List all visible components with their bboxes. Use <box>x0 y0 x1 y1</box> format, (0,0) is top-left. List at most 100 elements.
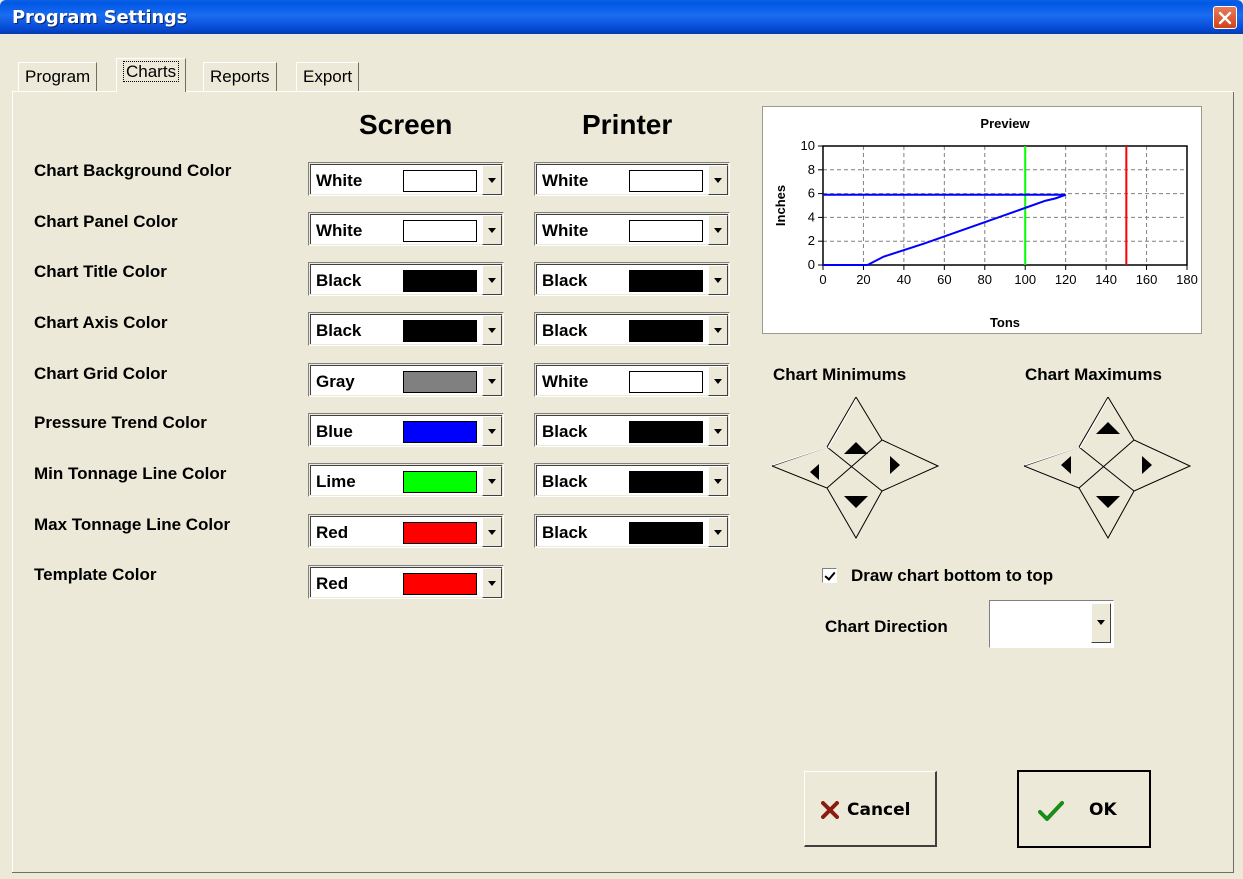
printer-min-tonnage-line-color-select[interactable]: Black <box>534 463 730 497</box>
row-label: Pressure Trend Color <box>34 413 207 432</box>
y-axis-label: Inches <box>773 185 788 226</box>
selected-color-name: Black <box>316 321 362 340</box>
dropdown-arrow-icon[interactable] <box>482 466 502 496</box>
tab-panel-border <box>1233 92 1234 872</box>
color-swatch <box>629 522 703 544</box>
ok-button[interactable]: OK <box>1017 770 1151 848</box>
dropdown-arrow-icon[interactable] <box>482 165 502 195</box>
x-tick-label: 140 <box>1095 272 1117 287</box>
row-label: Max Tonnage Line Color <box>34 515 231 534</box>
tab-charts[interactable]: Charts <box>116 58 187 92</box>
dropdown-arrow-icon[interactable] <box>482 517 502 547</box>
screen-chart-grid-color-select[interactable]: Gray <box>308 363 504 397</box>
close-button[interactable] <box>1213 6 1237 29</box>
screen-pressure-trend-color-select[interactable]: Blue <box>308 413 504 447</box>
printer-chart-axis-color-select[interactable]: Black <box>534 312 730 346</box>
chart-maximums-dpad[interactable] <box>1024 397 1192 539</box>
selected-color-name: Black <box>316 271 362 290</box>
chart-preview: Preview 0 20 40 60 80 100 120 140 160 180 0 2 4 6 8 10 To… <box>762 106 1202 334</box>
screen-min-tonnage-line-color-select[interactable]: Lime <box>308 463 504 497</box>
printer-pressure-trend-color-select[interactable]: Black <box>534 413 730 447</box>
chart-maximums-label: Chart Maximums <box>1025 365 1162 384</box>
x-tick-label: 80 <box>978 272 992 287</box>
x-tick-label: 160 <box>1136 272 1158 287</box>
dropdown-arrow-icon[interactable] <box>1091 603 1111 643</box>
selected-color-name: Black <box>542 321 588 340</box>
selected-color-name: White <box>542 171 589 190</box>
dropdown-arrow-icon[interactable] <box>708 366 728 396</box>
color-swatch <box>403 371 477 393</box>
x-tick-label: 20 <box>856 272 870 287</box>
screen-chart-title-color-select[interactable]: Black <box>308 262 504 296</box>
x-axis-label: Tons <box>990 315 1020 330</box>
row-label: Chart Panel Color <box>34 212 178 231</box>
title-bar[interactable]: Program Settings <box>0 0 1243 34</box>
dpad-outline <box>772 397 940 539</box>
row-label: Chart Axis Color <box>34 313 168 332</box>
selected-color-name: White <box>542 221 589 240</box>
screen-chart-background-color-select[interactable]: White <box>308 162 504 196</box>
tab-export[interactable]: Export <box>296 62 360 92</box>
selected-color-name: Red <box>316 574 349 593</box>
tab-label: Program <box>25 67 91 86</box>
printer-chart-background-color-select[interactable]: White <box>534 162 730 196</box>
selected-color-name: White <box>316 221 363 240</box>
selected-color-name: Black <box>542 472 588 491</box>
dropdown-arrow-icon[interactable] <box>708 215 728 245</box>
y-tick-label: 6 <box>808 186 815 201</box>
dropdown-arrow-icon[interactable] <box>482 315 502 345</box>
color-swatch <box>403 270 477 292</box>
color-swatch <box>403 421 477 443</box>
dropdown-arrow-icon[interactable] <box>482 568 502 598</box>
x-tick-label: 100 <box>1014 272 1036 287</box>
selected-color-name: White <box>542 372 589 391</box>
dropdown-arrow-icon[interactable] <box>708 165 728 195</box>
tab-program[interactable]: Program <box>18 62 98 92</box>
screen-chart-panel-color-select[interactable]: White <box>308 212 504 246</box>
row-label: Chart Grid Color <box>34 364 168 383</box>
screen-chart-axis-color-select[interactable]: Black <box>308 312 504 346</box>
checkbox-checked-icon[interactable] <box>822 568 837 583</box>
dropdown-arrow-icon[interactable] <box>482 366 502 396</box>
cancel-x-icon <box>821 801 839 819</box>
x-tick-label: 40 <box>897 272 911 287</box>
dropdown-arrow-icon[interactable] <box>708 315 728 345</box>
chart-direction-select[interactable] <box>989 600 1114 648</box>
selected-color-name: Red <box>316 523 349 542</box>
dropdown-arrow-icon[interactable] <box>708 466 728 496</box>
row-label: Min Tonnage Line Color <box>34 464 227 483</box>
tab-reports[interactable]: Reports <box>203 62 277 92</box>
selected-color-name: Black <box>542 523 588 542</box>
chart-minimums-dpad[interactable] <box>772 397 940 539</box>
color-swatch <box>629 170 703 192</box>
y-tick-label: 4 <box>808 209 815 224</box>
chart-minimums-label: Chart Minimums <box>773 365 907 384</box>
tab-panel-border <box>12 92 13 872</box>
dropdown-arrow-icon[interactable] <box>708 416 728 446</box>
printer-chart-grid-color-select[interactable]: White <box>534 363 730 397</box>
dropdown-arrow-icon[interactable] <box>708 517 728 547</box>
dropdown-arrow-icon[interactable] <box>482 265 502 295</box>
cancel-button[interactable]: Cancel <box>804 771 937 847</box>
tab-label: Reports <box>210 67 270 86</box>
screen-max-tonnage-line-color-select[interactable]: Red <box>308 514 504 548</box>
screen-column-header: Screen <box>359 109 453 140</box>
screen-template-color-select[interactable]: Red <box>308 565 504 599</box>
dropdown-arrow-icon[interactable] <box>708 265 728 295</box>
color-swatch <box>403 573 477 595</box>
cancel-label: Cancel <box>847 800 911 820</box>
printer-chart-panel-color-select[interactable]: White <box>534 212 730 246</box>
printer-max-tonnage-line-color-select[interactable]: Black <box>534 514 730 548</box>
selected-color-name: Blue <box>316 422 353 441</box>
dpad-outline <box>1024 397 1192 539</box>
y-tick-label: 0 <box>808 257 815 272</box>
selected-color-name: White <box>316 171 363 190</box>
draw-bottom-to-top-label: Draw chart bottom to top <box>851 566 1054 585</box>
chart-direction-label: Chart Direction <box>825 617 948 636</box>
preview-chart: Preview 0 20 40 60 80 100 120 140 160 180 0 2 4 6 8 10 To… <box>773 116 1198 330</box>
printer-chart-title-color-select[interactable]: Black <box>534 262 730 296</box>
row-label: Chart Title Color <box>34 262 167 281</box>
dropdown-arrow-icon[interactable] <box>482 215 502 245</box>
dropdown-arrow-icon[interactable] <box>482 416 502 446</box>
tab-label: Export <box>303 67 353 86</box>
